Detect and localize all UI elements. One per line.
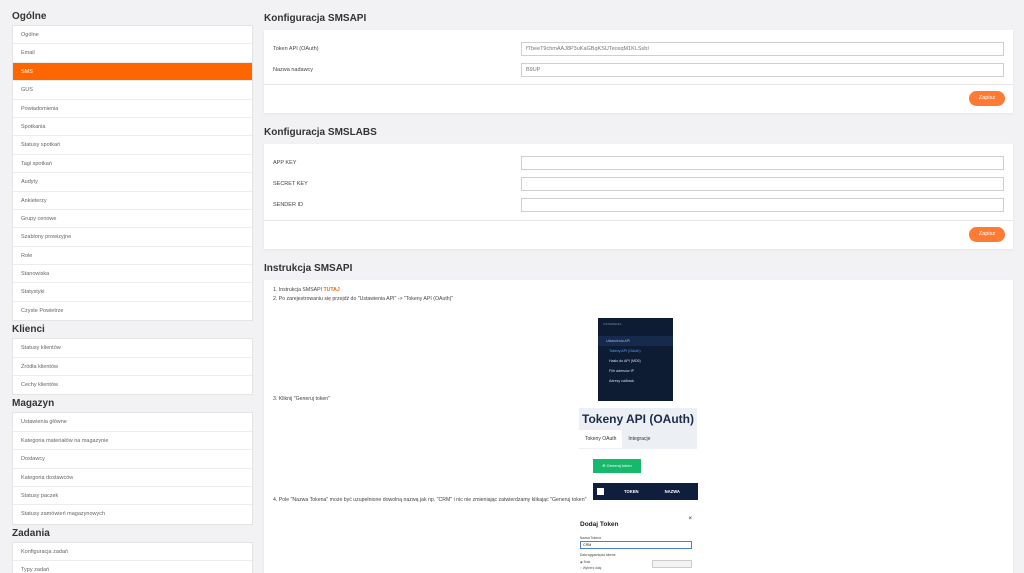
app-key-label: APP KEY <box>273 159 297 166</box>
shot1-item: Filtr adresów IP <box>609 369 634 373</box>
sidebar-item[interactable]: Grupy cenowe <box>13 210 252 229</box>
sidebar-item[interactable]: Ogólne <box>13 26 252 45</box>
sidebar-item[interactable]: Stanowiska <box>13 265 252 284</box>
step-2: 2. Po zarejestrowaniu się przejdź do "Us… <box>273 296 454 302</box>
shot2-title: Tokeny API (OAuth) <box>582 412 694 426</box>
step-1: 1. Instrukcja SMSAPI TUTAJ <box>273 286 1004 295</box>
shot2-tab-active: Tokeny OAuth <box>579 430 623 448</box>
shot2-tabs: Tokeny OAuth Integracje <box>579 430 697 448</box>
generate-token-label: Generuj token <box>606 463 632 468</box>
step-4: 4. Pole "Nazwa Tokena" może być uzupełni… <box>273 497 587 503</box>
sidebar-item[interactable]: Konfiguracja zadań <box>13 543 252 562</box>
shot4-radio-none: ◉ Brak <box>580 560 591 564</box>
generate-token-screenshot-button: ⊕ Generuj token <box>593 459 641 473</box>
sidebar-item[interactable]: Statusy klientów <box>13 339 252 358</box>
step-3: 3. Kliknij "Generuj token" <box>273 396 331 402</box>
sidebar-section-title: Magazyn <box>12 398 55 410</box>
smslabs-footer: Zapisz <box>264 220 1013 248</box>
sender-input[interactable]: B9UP <box>521 62 1004 77</box>
shot4-radio-date-label: Wybierz datę <box>582 566 602 570</box>
sidebar-item[interactable]: Powiadomienia <box>13 100 252 118</box>
secret-key-input[interactable] <box>521 176 1004 191</box>
smslabs-save-button[interactable]: Zapisz <box>969 227 1005 242</box>
token-input[interactable]: fTbeeT9chmAAJ8P3uKaGBqKSUTeosqM1KLSsbI <box>521 41 1004 56</box>
smslabs-title: Konfiguracja SMSLABS <box>264 127 377 138</box>
shot4-name-input: CRM <box>580 541 692 549</box>
sidebar-item[interactable]: Źródła klientów <box>13 358 252 377</box>
api-menu-screenshot: USTAWIENIA Ustawienia API Tokeny API (OA… <box>598 318 673 401</box>
secret-key-label: SECRET KEY <box>273 180 308 187</box>
shot4-name-label: Nazwa Tokena <box>580 536 601 540</box>
sender-id-row: SENDER ID <box>264 194 1013 215</box>
shot1-item: Tokeny API (OAuth) <box>609 349 641 353</box>
sidebar-item[interactable]: Spotkania <box>13 118 252 137</box>
sidebar-item[interactable]: Dostawcy <box>13 450 252 469</box>
sidebar-item[interactable]: GUS <box>13 81 252 100</box>
sidebar-item[interactable]: Ankieterzy <box>13 192 252 210</box>
shot1-item: Adresy callback <box>609 379 635 383</box>
shot1-top-label: USTAWIENIA <box>603 322 622 326</box>
sidebar-menu: Ogólne Email SMS GUS Powiadomienia Spotkania S… <box>12 25 253 322</box>
settings-sidebar: Ogólne Ogólne Email SMS GUS Powiadomienia Spot… <box>12 8 253 573</box>
shot4-expiry-label: Data wygaśnięcia tokena <box>580 553 616 557</box>
close-icon: × <box>688 516 692 522</box>
sidebar-menu: Statusy klientów Źródła klientów Cechy kli… <box>12 338 253 396</box>
instructions-card: 1. Instrukcja SMSAPI TUTAJ 2. Po zarejes… <box>264 280 1013 573</box>
shot4-date-input <box>652 560 692 568</box>
tokens-header-screenshot: Tokeny API (OAuth) Tokeny OAuth Integrac… <box>579 408 697 449</box>
app-key-input[interactable] <box>521 155 1004 170</box>
smsapi-card: Token API (OAuth) fTbeeT9chmAAJ8P3uKaGBq… <box>264 30 1013 113</box>
sender-id-label: SENDER ID <box>273 201 303 208</box>
smslabs-card: APP KEY SECRET KEY SENDER ID Zapisz <box>264 144 1013 249</box>
sidebar-item[interactable]: Cechy klientów <box>13 376 252 394</box>
shot1-item: Hasło do API (MD5) <box>609 359 641 363</box>
shot4-radio-date: ○ Wybierz datę <box>580 566 602 570</box>
secret-key-row: SECRET KEY <box>264 173 1013 194</box>
sidebar-item[interactable]: Statusy spotkań <box>13 136 252 155</box>
sidebar-item[interactable]: Ustawienia główne <box>13 413 252 432</box>
sidebar-item[interactable]: Kategoria materiałów na magazynie <box>13 432 252 451</box>
step-1-link[interactable]: TUTAJ <box>323 287 339 293</box>
shot1-header: Ustawienia API <box>598 336 673 346</box>
sidebar-item[interactable]: Szablony prowizyjne <box>13 228 252 247</box>
sidebar-item[interactable]: SMS <box>13 62 252 82</box>
sidebar-item[interactable]: Role <box>13 247 252 266</box>
sidebar-item[interactable]: Audyty <box>13 173 252 192</box>
token-label: Token API (OAuth) <box>273 45 319 52</box>
shot3-col-name: NAZWA <box>664 489 680 494</box>
token-table-screenshot: TOKEN NAZWA <box>593 483 698 500</box>
sidebar-item[interactable]: Kategoria dostawców <box>13 469 252 487</box>
sidebar-item[interactable]: Statusy paczek <box>13 487 252 506</box>
sidebar-item[interactable]: Czyste Powietrze <box>13 302 252 320</box>
shot4-radio-none-label: Brak <box>583 560 591 564</box>
sidebar-item[interactable]: Typy zadań <box>13 561 252 573</box>
sidebar-menu: Ustawienia główne Kategoria materiałów na… <box>12 412 253 525</box>
sidebar-item[interactable]: Statystyki <box>13 283 252 302</box>
shot2-tab-other: Integracje <box>628 436 651 442</box>
sender-id-input[interactable] <box>521 197 1004 212</box>
main-content: Konfiguracja SMSAPI Token API (OAuth) fT… <box>264 8 1013 573</box>
sidebar-section-title: Zadania <box>12 527 50 539</box>
smsapi-save-button[interactable]: Zapisz <box>969 91 1005 106</box>
token-row: Token API (OAuth) fTbeeT9chmAAJ8P3uKaGBq… <box>264 38 1013 59</box>
shot4-title: Dodaj Token <box>580 521 619 528</box>
shot3-col-token: TOKEN <box>624 489 639 494</box>
add-token-dialog-screenshot: Dodaj Token × Nazwa Tokena CRM Data wyga… <box>570 516 696 573</box>
sidebar-item[interactable]: Statusy zamówień magazynowych <box>13 505 252 523</box>
smsapi-footer: Zapisz <box>264 84 1013 112</box>
smsapi-title: Konfiguracja SMSAPI <box>264 13 367 24</box>
sidebar-section-title: Klienci <box>12 324 45 336</box>
sidebar-item[interactable]: Email <box>13 44 252 63</box>
sidebar-item[interactable]: Tagi spotkań <box>13 155 252 174</box>
sender-label: Nazwa nadawcy <box>273 66 314 73</box>
sidebar-menu: Konfiguracja zadań Typy zadań <box>12 541 253 573</box>
step-1-text: 1. Instrukcja SMSAPI <box>273 287 323 293</box>
checkbox-icon <box>597 488 604 495</box>
sender-row: Nazwa nadawcy B9UP <box>264 59 1013 80</box>
sidebar-section-title: Ogólne <box>12 11 47 22</box>
app-key-row: APP KEY <box>264 152 1013 173</box>
instructions-title: Instrukcja SMSAPI <box>264 263 353 274</box>
